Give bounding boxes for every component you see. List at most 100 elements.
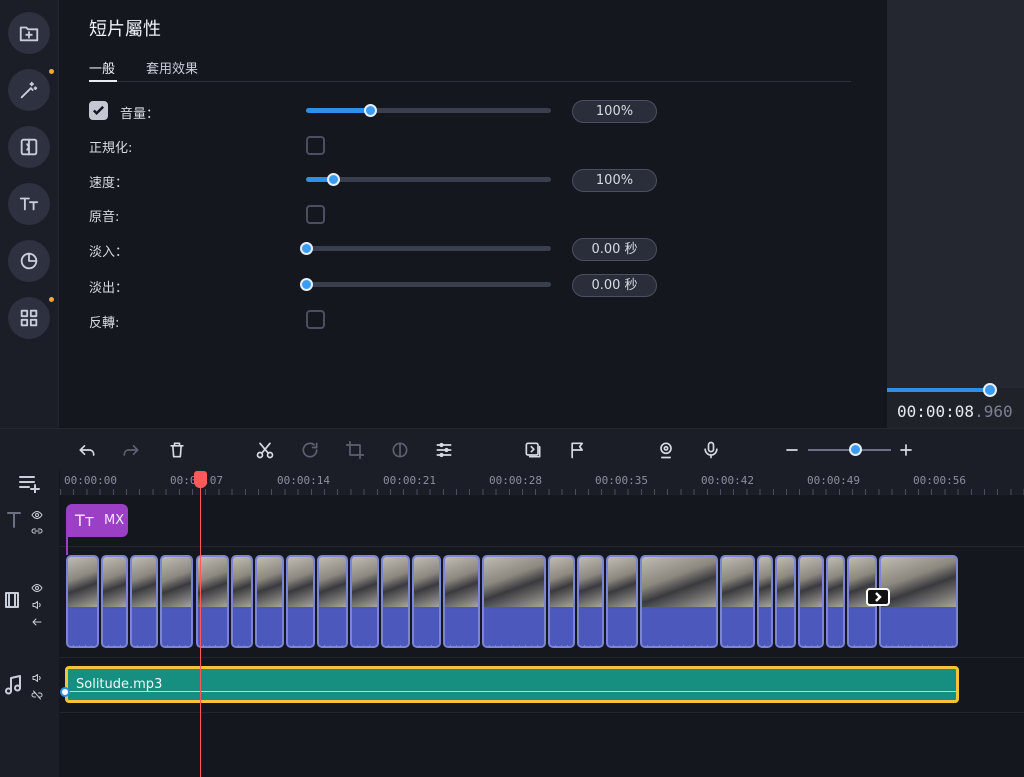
clip-properties-icon[interactable] (433, 439, 455, 461)
video-clip[interactable] (720, 555, 755, 648)
speed-slider-knob[interactable] (326, 173, 340, 186)
video-clip[interactable] (130, 555, 158, 648)
normalize-checkbox[interactable] (306, 136, 325, 155)
clip-thumbnail (68, 557, 97, 607)
clip-thumbnail (828, 557, 843, 607)
title-clip[interactable]: Tт MX (66, 504, 128, 537)
clip-waveform (550, 609, 573, 646)
playhead-handle[interactable] (194, 471, 207, 488)
titles-icon[interactable] (8, 183, 50, 225)
video-clip[interactable] (317, 555, 348, 648)
volume-value[interactable]: 100% (572, 100, 657, 123)
clip-thumbnail (132, 557, 156, 607)
ruler-label: 00:00:00 (64, 474, 117, 487)
audio-volume-line[interactable] (68, 691, 956, 692)
stickers-icon[interactable] (8, 240, 50, 282)
more-tools-grid-icon[interactable] (8, 297, 54, 339)
color-adjust-icon[interactable] (389, 439, 411, 461)
magic-wand-icon[interactable] (8, 69, 54, 111)
crop-icon[interactable] (344, 439, 366, 461)
fade-out-slider-knob[interactable] (300, 278, 313, 291)
video-clip[interactable] (255, 555, 284, 648)
video-clip[interactable] (640, 555, 718, 648)
video-clip[interactable] (757, 555, 773, 648)
speed-value[interactable]: 100% (572, 169, 657, 192)
fade-in-value[interactable]: 0.00 秒 (572, 238, 657, 261)
video-clip[interactable] (160, 555, 193, 648)
fade-in-slider[interactable] (300, 242, 551, 255)
text-track-link-icon[interactable] (31, 522, 43, 541)
zoom-out-icon[interactable] (781, 439, 803, 461)
video-clip[interactable] (231, 555, 253, 648)
zoom-slider-knob[interactable] (849, 443, 862, 456)
video-track-back-icon[interactable] (31, 613, 43, 632)
volume-slider[interactable] (306, 104, 551, 117)
panel-title: 短片屬性 (89, 19, 161, 40)
video-clip[interactable] (101, 555, 128, 648)
preview-screen[interactable] (887, 0, 1024, 388)
delete-icon[interactable] (166, 439, 188, 461)
ruler-ticks (60, 489, 1024, 495)
notification-dot (49, 69, 54, 74)
timecode-fraction: .960 (974, 402, 1013, 421)
clip-thumbnail (414, 557, 439, 607)
video-clip[interactable] (879, 555, 958, 648)
clip-waveform (233, 609, 251, 646)
fade-out-slider[interactable] (300, 278, 551, 291)
volume-slider-knob[interactable] (363, 104, 377, 117)
transition-icon[interactable] (866, 588, 890, 606)
preview-progress-knob[interactable] (983, 383, 997, 397)
clip-thumbnail (759, 557, 771, 607)
preview-progress-bar[interactable] (887, 388, 990, 392)
clip-thumbnail (103, 557, 126, 607)
clip-thumbnail (198, 557, 227, 607)
clip-waveform (198, 609, 227, 646)
zoom-in-icon[interactable] (895, 439, 917, 461)
undo-icon[interactable] (76, 439, 98, 461)
fade-in-slider-knob[interactable] (300, 242, 313, 255)
clip-thumbnail (352, 557, 377, 607)
video-clip[interactable] (350, 555, 379, 648)
preview-panel: 00:00:08.960 (887, 0, 1024, 428)
video-clip[interactable] (548, 555, 575, 648)
insert-frame-icon[interactable] (522, 439, 544, 461)
fade-out-value[interactable]: 0.00 秒 (572, 274, 657, 297)
redo-icon[interactable] (120, 439, 142, 461)
rotate-icon[interactable] (299, 439, 321, 461)
playhead-line[interactable] (200, 475, 201, 777)
ruler-label: 00:00:42 (701, 474, 754, 487)
video-clip[interactable] (66, 555, 99, 648)
clip-waveform (484, 609, 544, 646)
transitions-icon[interactable] (8, 126, 50, 168)
audio-volume-handle[interactable] (60, 687, 70, 697)
microphone-icon[interactable] (700, 439, 722, 461)
video-clip[interactable] (286, 555, 315, 648)
clip-waveform (849, 609, 875, 646)
video-clip[interactable] (381, 555, 410, 648)
video-clip[interactable] (443, 555, 480, 648)
add-track-icon[interactable] (18, 473, 42, 497)
clip-thumbnail (257, 557, 282, 607)
webcam-icon[interactable] (655, 439, 677, 461)
speed-slider[interactable] (306, 173, 551, 186)
music-track-unlink-icon[interactable] (31, 686, 43, 705)
video-clip[interactable] (577, 555, 604, 648)
video-clip[interactable] (482, 555, 546, 648)
original-sound-checkbox[interactable] (306, 205, 325, 224)
video-clip[interactable] (775, 555, 796, 648)
video-clip[interactable] (826, 555, 845, 648)
video-clip[interactable] (798, 555, 824, 648)
volume-checkbox[interactable] (89, 101, 108, 120)
marker-flag-icon[interactable] (567, 439, 589, 461)
import-media-icon[interactable] (8, 12, 50, 54)
video-clip[interactable] (606, 555, 638, 648)
video-clip[interactable] (412, 555, 441, 648)
reverse-checkbox[interactable] (306, 310, 325, 329)
tab-general[interactable]: 一般 (89, 58, 115, 77)
cut-icon[interactable] (254, 439, 276, 461)
tab-apply-effects[interactable]: 套用效果 (146, 58, 198, 77)
clip-thumbnail (800, 557, 822, 607)
audio-clip-label: Solitude.mp3 (76, 677, 163, 692)
ruler-label: 00:00:35 (595, 474, 648, 487)
speed-label: 速度： (89, 176, 129, 191)
